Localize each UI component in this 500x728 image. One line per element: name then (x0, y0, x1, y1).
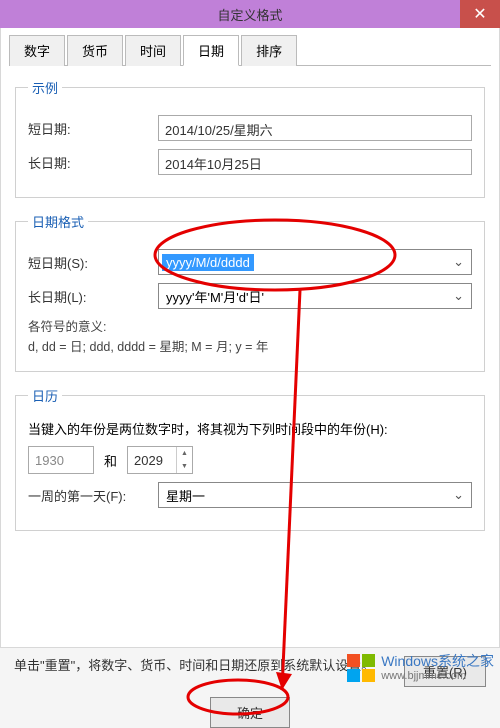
spin-down-icon[interactable]: ▼ (177, 460, 192, 473)
short-date-format-combo[interactable]: yyyy/M/d/dddd ⌄ (158, 249, 472, 275)
titlebar: 自定义格式 ✕ (0, 0, 500, 28)
tab-currency[interactable]: 货币 (67, 35, 123, 66)
tab-date[interactable]: 日期 (183, 35, 239, 66)
example-legend: 示例 (28, 78, 62, 97)
close-button[interactable]: ✕ (460, 0, 500, 28)
date-format-group: 日期格式 短日期(S): yyyy/M/d/dddd ⌄ 长日期(L): yyy… (15, 212, 485, 372)
symbol-meaning-text: d, dd = 日; ddd, dddd = 星期; M = 月; y = 年 (28, 337, 472, 357)
long-date-format-value: yyyy'年'M'月'd'日' (162, 286, 268, 307)
year-to-value: 2029 (134, 453, 163, 468)
window-title: 自定义格式 (217, 5, 282, 24)
spin-up-icon[interactable]: ▲ (177, 447, 192, 460)
watermark-line2: www.bjjmmc.com (381, 670, 494, 682)
two-digit-year-label: 当键入的年份是两位数字时，将其视为下列时间段中的年份(H): (28, 419, 472, 438)
watermark: Windows系统之家 www.bjjmmc.com (347, 654, 494, 682)
long-date-format-label: 长日期(L): (28, 287, 158, 306)
first-day-value: 星期一 (162, 485, 209, 506)
symbol-meaning: 各符号的意义: d, dd = 日; ddd, dddd = 星期; M = 月… (28, 317, 472, 357)
date-format-legend: 日期格式 (28, 212, 88, 231)
year-from-input: 1930 (28, 446, 94, 474)
close-icon: ✕ (473, 4, 486, 24)
chevron-down-icon: ⌄ (453, 487, 468, 503)
tab-sort[interactable]: 排序 (241, 35, 297, 66)
short-date-format-value: yyyy/M/d/dddd (162, 254, 254, 271)
year-from-value: 1930 (35, 453, 64, 468)
calendar-group: 日历 当键入的年份是两位数字时，将其视为下列时间段中的年份(H): 1930 和… (15, 386, 485, 531)
tab-bar: 数字 货币 时间 日期 排序 (9, 34, 491, 66)
windows-logo-icon (347, 654, 375, 682)
chevron-down-icon: ⌄ (453, 288, 468, 304)
example-group: 示例 短日期: 2014/10/25/星期六 长日期: 2014年10月25日 (15, 78, 485, 198)
calendar-legend: 日历 (28, 386, 62, 405)
short-date-example-label: 短日期: (28, 119, 158, 138)
reset-description: 单击"重置"，将数字、货币、时间和日期还原到系统默认设置。 (14, 656, 394, 677)
chevron-down-icon: ⌄ (453, 254, 468, 270)
symbol-meaning-label: 各符号的意义: (28, 317, 472, 337)
dialog-content: 数字 货币 时间 日期 排序 示例 短日期: 2014/10/25/星期六 长日… (0, 28, 500, 648)
long-date-format-combo[interactable]: yyyy'年'M'月'd'日' ⌄ (158, 283, 472, 309)
watermark-line1: Windows系统之家 (381, 654, 494, 669)
ok-button[interactable]: 确定 (210, 697, 290, 728)
first-day-combo[interactable]: 星期一 ⌄ (158, 482, 472, 508)
long-date-example-label: 长日期: (28, 153, 158, 172)
tab-time[interactable]: 时间 (125, 35, 181, 66)
year-to-input[interactable]: 2029 ▲ ▼ (127, 446, 193, 474)
year-to-spinner[interactable]: ▲ ▼ (176, 447, 192, 473)
first-day-label: 一周的第一天(F): (28, 486, 158, 505)
between-label: 和 (104, 451, 117, 470)
tab-number[interactable]: 数字 (9, 35, 65, 66)
short-date-example-value: 2014/10/25/星期六 (158, 115, 472, 141)
long-date-example-value: 2014年10月25日 (158, 149, 472, 175)
short-date-format-label: 短日期(S): (28, 253, 158, 272)
